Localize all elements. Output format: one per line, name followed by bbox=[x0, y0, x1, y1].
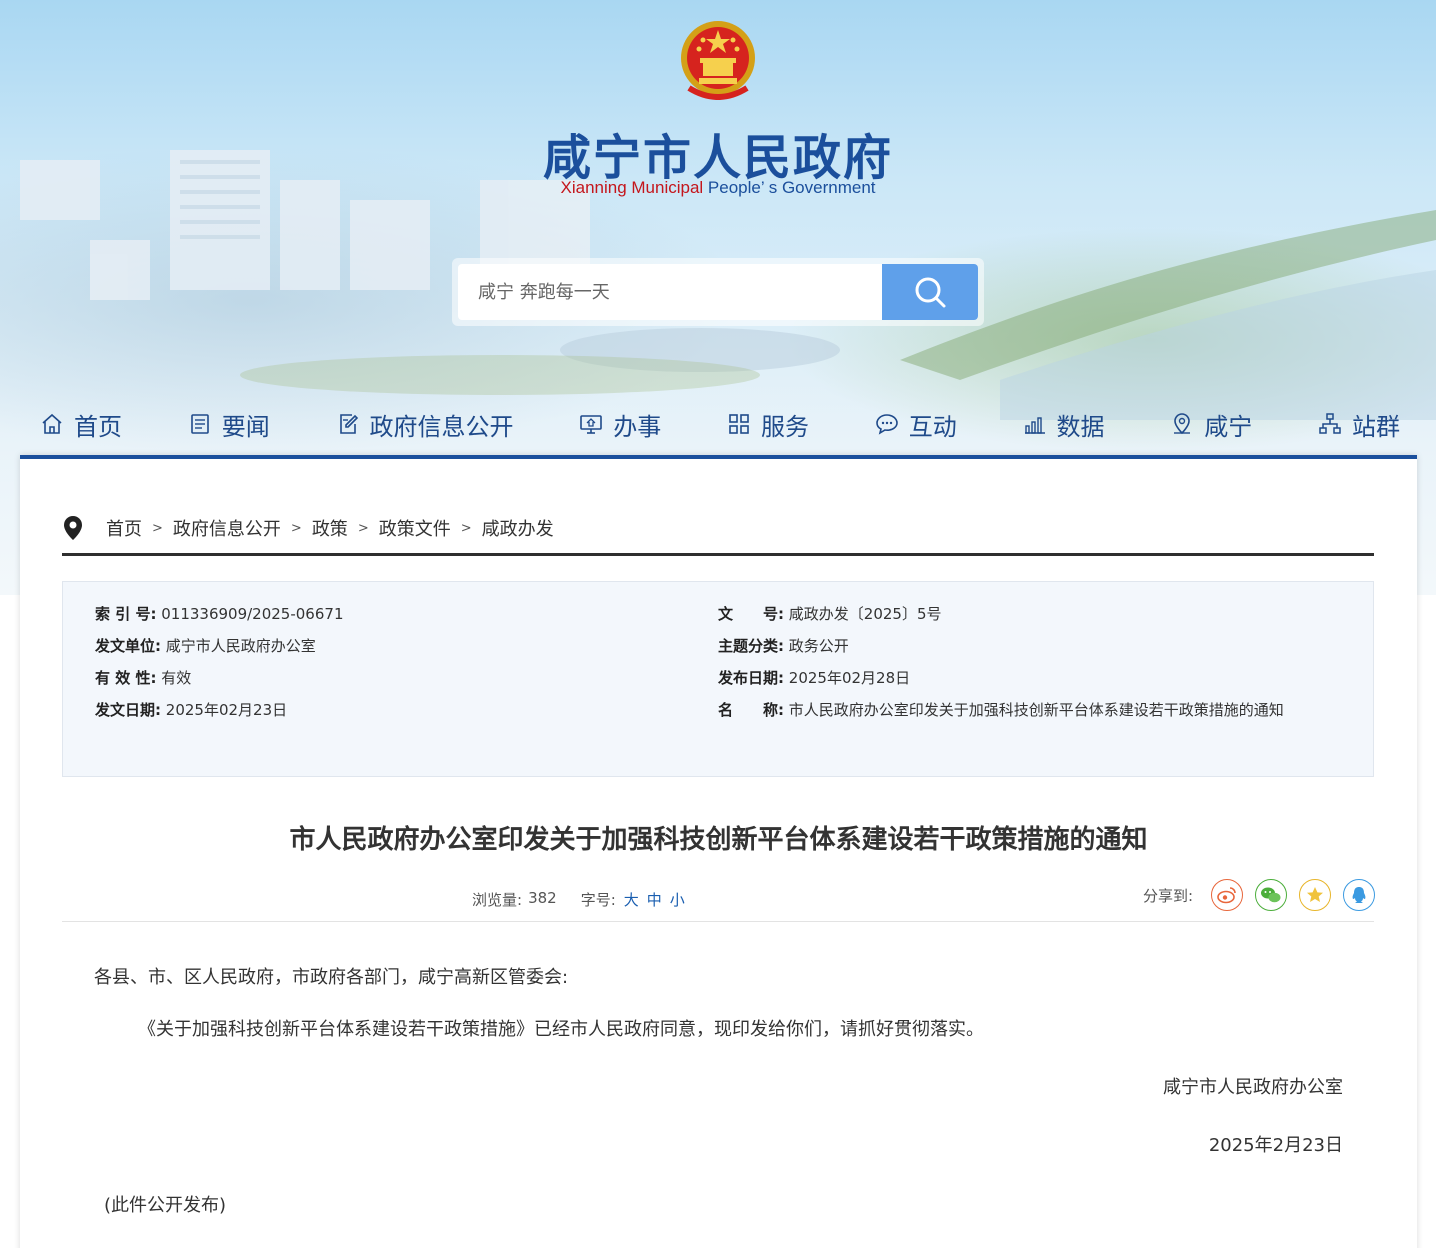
meta-index-value: 011336909/2025-06671 bbox=[161, 605, 344, 623]
nav-label: 站群 bbox=[1352, 412, 1400, 441]
meta-name: 名 称: 市人民政府办公室印发关于加强科技创新平台体系建设若干政策措施的通知 bbox=[718, 694, 1308, 758]
wechat-icon bbox=[1261, 887, 1281, 903]
share-weibo-button[interactable] bbox=[1211, 879, 1243, 911]
font-size-small-button[interactable]: 小 bbox=[670, 889, 685, 910]
document-stats: 浏览量: 382 字号: 大 中 小 bbox=[472, 889, 685, 910]
map-pin-icon bbox=[64, 516, 82, 540]
home-icon bbox=[42, 413, 62, 434]
meta-name-label: 名 称: bbox=[718, 701, 784, 719]
breadcrumb-link-home[interactable]: 首页 bbox=[106, 515, 142, 541]
meta-docno-label: 文 号: bbox=[718, 605, 784, 623]
breadcrumb-separator: > bbox=[152, 520, 163, 536]
nav-label: 要闻 bbox=[221, 412, 270, 441]
document-title: 市人民政府办公室印发关于加强科技创新平台体系建设若干政策措施的通知 bbox=[289, 825, 1148, 855]
nav-item-interaction[interactable]: 互动 bbox=[875, 400, 957, 448]
content-divider bbox=[62, 921, 1374, 922]
body-paragraph: 《关于加强科技创新平台体系建设若干政策措施》已经市人民政府同意，现印发给你们，请… bbox=[138, 1019, 984, 1040]
meta-validity-label: 有 效 性: bbox=[95, 669, 157, 687]
meta-publish-date-label: 发布日期: bbox=[718, 669, 784, 687]
qq-icon bbox=[1352, 887, 1366, 903]
views-label: 浏览量: bbox=[472, 891, 523, 909]
breadcrumb-separator: > bbox=[357, 520, 369, 536]
star-icon bbox=[1307, 887, 1323, 902]
font-size-large-button[interactable]: 大 bbox=[624, 889, 639, 910]
document-edit-icon bbox=[339, 414, 358, 434]
font-size-label: 字号: bbox=[580, 891, 616, 909]
breadcrumb-link-gov-info[interactable]: 政府信息公开 bbox=[173, 515, 281, 541]
sitemap-icon bbox=[1319, 413, 1341, 434]
location-icon bbox=[1174, 413, 1191, 435]
search-icon bbox=[915, 277, 946, 308]
news-icon bbox=[190, 414, 209, 434]
share-qq-button[interactable] bbox=[1343, 879, 1375, 911]
monitor-icon bbox=[580, 415, 603, 434]
breadcrumb-separator: > bbox=[460, 520, 472, 536]
site-subtitle-red: Xianning Municipal bbox=[560, 178, 704, 197]
meta-issue-date-label: 发文日期: bbox=[95, 701, 161, 719]
nav-item-news[interactable]: 要闻 bbox=[188, 400, 270, 448]
views-count: 382 bbox=[528, 889, 557, 907]
search-button[interactable] bbox=[882, 264, 978, 320]
nav-item-site-group[interactable]: 站群 bbox=[1318, 400, 1400, 448]
document-date: 2025年2月23日 bbox=[1208, 1135, 1343, 1156]
search-box bbox=[452, 258, 984, 326]
meta-topic: 主题分类: 政务公开 bbox=[718, 630, 849, 662]
meta-publish-date: 发布日期: 2025年02月28日 bbox=[718, 662, 910, 694]
search-input[interactable] bbox=[458, 264, 886, 320]
nav-label: 咸宁 bbox=[1204, 412, 1253, 441]
meta-topic-label: 主题分类: bbox=[718, 637, 784, 655]
meta-name-value: 市人民政府办公室印发关于加强科技创新平台体系建设若干政策措施的通知 bbox=[788, 701, 1284, 719]
national-emblem-logo bbox=[681, 21, 755, 100]
breadcrumb-link-policy[interactable]: 政策 bbox=[312, 515, 348, 541]
main-nav: 首页 要闻 政府信息公开 办事 服务 互动 数据 咸宁 站群 bbox=[40, 400, 1400, 448]
grid-icon bbox=[729, 414, 749, 434]
site-subtitle-blue: People’ s Government bbox=[703, 178, 876, 197]
nav-item-xianning[interactable]: 咸宁 bbox=[1170, 400, 1252, 448]
publish-note: (此件公开发布) bbox=[104, 1195, 227, 1216]
nav-label: 数据 bbox=[1056, 412, 1105, 441]
document-metadata-panel: 索 引 号: 011336909/2025-06671 发文单位: 咸宁市人民政… bbox=[62, 581, 1374, 777]
breadcrumb: 首页 > 政府信息公开 > 政策 > 政策文件 > 咸政办发 bbox=[62, 515, 554, 541]
signature: 咸宁市人民政府办公室 bbox=[1163, 1077, 1343, 1098]
share-favorite-button[interactable] bbox=[1299, 879, 1331, 911]
nav-label: 服务 bbox=[761, 412, 809, 441]
nav-item-gov-info[interactable]: 政府信息公开 bbox=[336, 400, 514, 448]
nav-label: 首页 bbox=[74, 412, 122, 441]
meta-index: 索 引 号: 011336909/2025-06671 bbox=[95, 598, 343, 630]
share-label: 分享到: bbox=[1142, 886, 1193, 905]
meta-issue-date-value: 2025年02月23日 bbox=[165, 701, 288, 719]
meta-issue-date: 发文日期: 2025年02月23日 bbox=[95, 694, 287, 726]
salutation: 各县、市、区人民政府，市政府各部门，咸宁高新区管委会: bbox=[94, 967, 569, 988]
meta-docno-value: 咸政办发〔2025〕5号 bbox=[788, 605, 942, 623]
font-size-medium-button[interactable]: 中 bbox=[647, 889, 662, 910]
breadcrumb-divider bbox=[62, 553, 1374, 556]
meta-validity: 有 效 性: 有效 bbox=[95, 662, 191, 694]
nav-item-services-affairs[interactable]: 办事 bbox=[579, 400, 661, 448]
meta-issuer-label: 发文单位: bbox=[95, 637, 161, 655]
meta-topic-value: 政务公开 bbox=[788, 637, 849, 655]
breadcrumb-separator: > bbox=[290, 520, 302, 536]
meta-docno: 文 号: 咸政办发〔2025〕5号 bbox=[718, 598, 942, 630]
meta-index-label: 索 引 号: bbox=[95, 605, 157, 623]
content-card: 首页 > 政府信息公开 > 政策 > 政策文件 > 咸政办发 索 引 号: 01… bbox=[20, 455, 1417, 1248]
chat-icon bbox=[875, 414, 898, 435]
breadcrumb-link-xianzhengbanfa[interactable]: 咸政办发 bbox=[482, 515, 554, 541]
site-subtitle: Xianning Municipal People’ s Government bbox=[0, 178, 1436, 198]
share-bar: 分享到: bbox=[1143, 879, 1375, 911]
meta-publish-date-value: 2025年02月28日 bbox=[788, 669, 911, 687]
nav-item-service[interactable]: 服务 bbox=[727, 400, 809, 448]
weibo-icon bbox=[1217, 887, 1236, 904]
nav-item-home[interactable]: 首页 bbox=[40, 400, 122, 448]
meta-issuer: 发文单位: 咸宁市人民政府办公室 bbox=[95, 630, 316, 662]
share-wechat-button[interactable] bbox=[1255, 879, 1287, 911]
breadcrumb-link-policy-docs[interactable]: 政策文件 bbox=[379, 515, 451, 541]
nav-item-data[interactable]: 数据 bbox=[1023, 400, 1105, 448]
meta-issuer-value: 咸宁市人民政府办公室 bbox=[165, 637, 316, 655]
search-inner bbox=[458, 264, 978, 320]
nav-label: 政府信息公开 bbox=[369, 412, 514, 441]
nav-label: 互动 bbox=[908, 412, 957, 441]
bar-chart-icon bbox=[1024, 417, 1045, 434]
nav-label: 办事 bbox=[613, 412, 662, 441]
meta-validity-value: 有效 bbox=[161, 669, 192, 687]
